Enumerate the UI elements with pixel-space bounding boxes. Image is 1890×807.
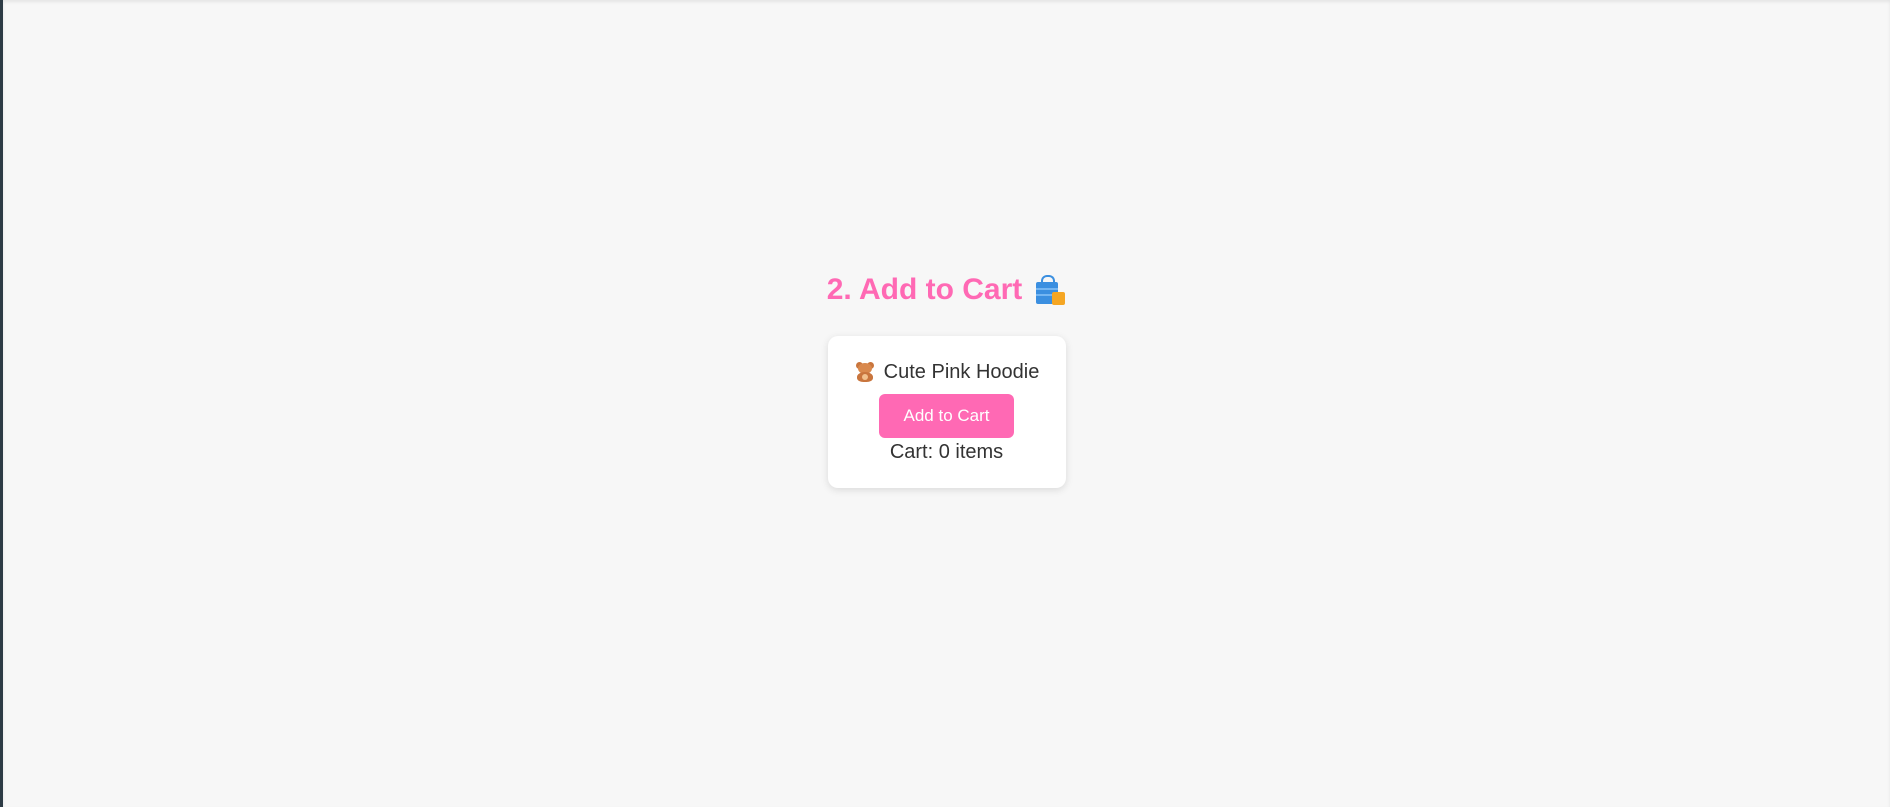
section-title-text: 2. Add to Cart <box>826 273 1023 306</box>
product-card: Cute Pink Hoodie Add to Cart Cart: 0 ite… <box>827 336 1066 488</box>
section-title: 2. Add to Cart <box>827 270 1067 310</box>
product-name: Cute Pink Hoodie <box>883 361 1040 383</box>
page-viewport: 2. Add to Cart Cute Pink Hoodie Add to C… <box>0 0 1890 807</box>
teddy-bear-icon <box>854 361 876 383</box>
add-to-cart-button[interactable]: Add to Cart <box>879 394 1014 438</box>
product-line: Cute Pink Hoodie <box>854 360 1040 384</box>
cart-count-text: Cart: 0 items <box>889 441 1004 463</box>
shopping-bags-icon <box>1034 274 1066 306</box>
add-to-cart-section: 2. Add to Cart Cute Pink Hoodie Add to C… <box>3 270 1890 488</box>
